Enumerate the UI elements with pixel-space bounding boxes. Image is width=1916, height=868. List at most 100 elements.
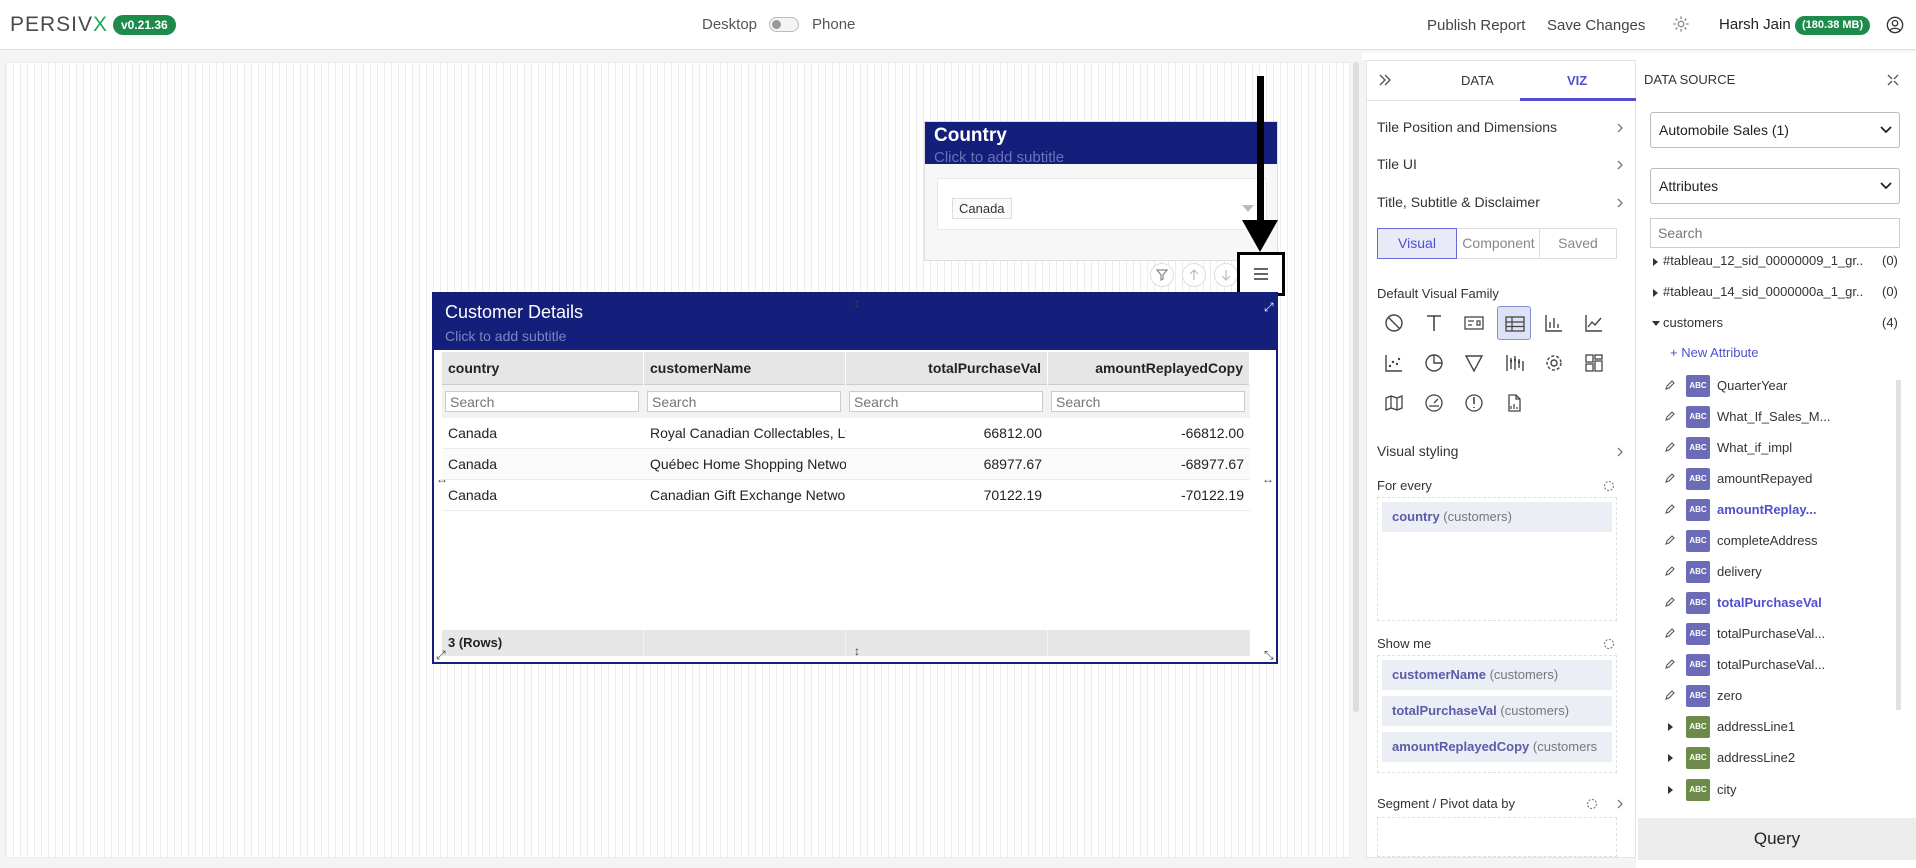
customer-tile-title[interactable]: Customer Details [445, 302, 583, 323]
pencil-icon[interactable] [1664, 503, 1676, 515]
document-visual-icon[interactable] [1497, 386, 1531, 420]
funnel-chart-icon[interactable] [1457, 346, 1491, 380]
column-header-country[interactable]: country [442, 352, 644, 385]
user-name[interactable]: Harsh Jain [1719, 16, 1791, 33]
pencil-icon[interactable] [1664, 379, 1676, 391]
move-down-icon[interactable] [1214, 263, 1238, 287]
table-row[interactable]: Canada Québec Home Shopping Networ 68977… [442, 449, 1250, 480]
map-visual-icon[interactable] [1377, 386, 1411, 420]
tab-viz[interactable]: VIZ [1567, 73, 1587, 88]
card-visual-icon[interactable] [1457, 306, 1491, 340]
mode-component-button[interactable]: Component [1458, 229, 1540, 258]
pencil-icon[interactable] [1664, 658, 1676, 670]
column-header-totalpurchaseval[interactable]: totalPurchaseVal [846, 352, 1048, 385]
chevron-right-icon[interactable] [1615, 446, 1625, 458]
resize-bottom-handle-icon[interactable]: ↕ [854, 644, 860, 658]
scatter-chart-icon[interactable] [1377, 346, 1411, 380]
save-changes-button[interactable]: Save Changes [1547, 17, 1645, 34]
chevron-right-icon[interactable] [1615, 159, 1625, 171]
resize-top-handle-icon[interactable]: ↕ [854, 296, 860, 310]
box-plot-icon[interactable] [1497, 346, 1531, 380]
table-row[interactable]: Canada Royal Canadian Collectables, Lt 6… [442, 418, 1250, 449]
search-input-amountreplayedcopy[interactable] [1051, 391, 1245, 412]
resize-corner-ne-icon[interactable]: ⤢ [1264, 300, 1274, 315]
bar-chart-icon[interactable] [1537, 306, 1571, 340]
customer-details-tile[interactable]: Customer Details Click to add subtitle ↕… [432, 292, 1278, 664]
pencil-icon[interactable] [1664, 534, 1676, 546]
pencil-icon[interactable] [1664, 441, 1676, 453]
column-header-amountreplayedcopy[interactable]: amountReplayedCopy [1048, 352, 1250, 385]
tile-menu-button[interactable] [1237, 252, 1285, 296]
app-logo[interactable]: PERSIVX [10, 13, 108, 37]
customer-tile-subtitle[interactable]: Click to add subtitle [445, 328, 566, 344]
attribute-list-scrollbar[interactable] [1896, 380, 1901, 710]
settings-small-icon[interactable] [1603, 638, 1615, 650]
custom-visual-gear-icon[interactable] [1537, 346, 1571, 380]
show-me-field-pill[interactable]: customerName (customers) [1382, 660, 1612, 690]
no-visual-icon[interactable] [1377, 306, 1411, 340]
line-chart-icon[interactable] [1577, 306, 1611, 340]
mode-visual-button[interactable]: Visual [1377, 228, 1457, 259]
pencil-icon[interactable] [1664, 627, 1676, 639]
country-tile-title[interactable]: Country [934, 125, 1007, 147]
pencil-icon[interactable] [1664, 565, 1676, 577]
kpi-dial-icon[interactable] [1457, 386, 1491, 420]
settings-small-icon[interactable] [1586, 798, 1598, 810]
column-header-customername[interactable]: customerName [644, 352, 846, 385]
selected-country-chip[interactable]: Canada [952, 198, 1012, 219]
table-row[interactable]: Canada Canadian Gift Exchange Networ 701… [442, 480, 1250, 511]
section-visual-styling[interactable]: Visual styling [1377, 443, 1458, 459]
caret-right-icon[interactable] [1653, 289, 1658, 297]
resize-right-handle-icon[interactable]: ↔ [1262, 472, 1274, 486]
resize-corner-sw-icon[interactable]: ⤢ [436, 648, 446, 663]
move-up-icon[interactable] [1182, 263, 1206, 287]
gauge-visual-icon[interactable] [1417, 386, 1451, 420]
show-me-field-pill[interactable]: amountReplayedCopy (customers [1382, 732, 1612, 762]
search-input-country[interactable] [445, 391, 639, 412]
country-tile-subtitle[interactable]: Click to add subtitle [934, 149, 1064, 166]
attribute-search-input[interactable]: Search [1650, 218, 1900, 248]
pencil-icon[interactable] [1664, 410, 1676, 422]
user-account-icon[interactable] [1886, 16, 1904, 34]
caret-right-icon[interactable] [1668, 723, 1673, 731]
resize-left-handle-icon[interactable]: ↔ [436, 472, 448, 486]
phone-label[interactable]: Phone [812, 16, 855, 33]
caret-right-icon[interactable] [1653, 258, 1658, 266]
country-filter-tile[interactable]: Country Click to add subtitle Canada [924, 121, 1278, 261]
collapse-panel-icon[interactable] [1377, 72, 1393, 88]
new-attribute-link[interactable]: + New Attribute [1670, 345, 1759, 360]
resize-corner-se-icon[interactable]: ⤡ [1264, 648, 1274, 663]
tab-data[interactable]: DATA [1461, 73, 1494, 88]
pencil-icon[interactable] [1664, 689, 1676, 701]
chevron-right-icon[interactable] [1615, 798, 1625, 810]
section-tile-ui[interactable]: Tile UI [1377, 156, 1417, 172]
data-source-select[interactable]: Automobile Sales (1) [1650, 112, 1900, 148]
chevron-right-icon[interactable] [1615, 122, 1625, 134]
text-visual-icon[interactable] [1417, 306, 1451, 340]
section-title-subtitle[interactable]: Title, Subtitle & Disclaimer [1377, 194, 1540, 210]
show-me-drop-zone[interactable]: customerName (customers) totalPurchaseVa… [1377, 655, 1617, 773]
mode-saved-button[interactable]: Saved [1540, 229, 1616, 258]
collapse-data-source-icon[interactable] [1886, 73, 1900, 87]
pencil-icon[interactable] [1664, 472, 1676, 484]
caret-right-icon[interactable] [1668, 786, 1673, 794]
pie-chart-icon[interactable] [1417, 346, 1451, 380]
layout-grid-icon[interactable] [1577, 346, 1611, 380]
for-every-drop-zone[interactable]: country (customers) [1377, 497, 1617, 621]
show-me-field-pill[interactable]: totalPurchaseVal (customers) [1382, 696, 1612, 726]
for-every-field-pill[interactable]: country (customers) [1382, 502, 1612, 532]
table-visual-icon[interactable] [1497, 306, 1531, 340]
publish-report-button[interactable]: Publish Report [1427, 17, 1525, 34]
settings-small-icon[interactable] [1603, 480, 1615, 492]
section-tile-position[interactable]: Tile Position and Dimensions [1377, 119, 1557, 135]
pencil-icon[interactable] [1664, 596, 1676, 608]
settings-gear-icon[interactable] [1672, 15, 1690, 33]
attribute-type-select[interactable]: Attributes [1650, 168, 1900, 204]
canvas-scrollbar[interactable] [1353, 62, 1359, 712]
chevron-right-icon[interactable] [1615, 197, 1625, 209]
desktop-label[interactable]: Desktop [702, 16, 757, 33]
query-button[interactable]: Query [1638, 818, 1916, 860]
search-input-customername[interactable] [647, 391, 841, 412]
filter-icon[interactable] [1150, 263, 1174, 287]
search-input-totalpurchaseval[interactable] [849, 391, 1043, 412]
